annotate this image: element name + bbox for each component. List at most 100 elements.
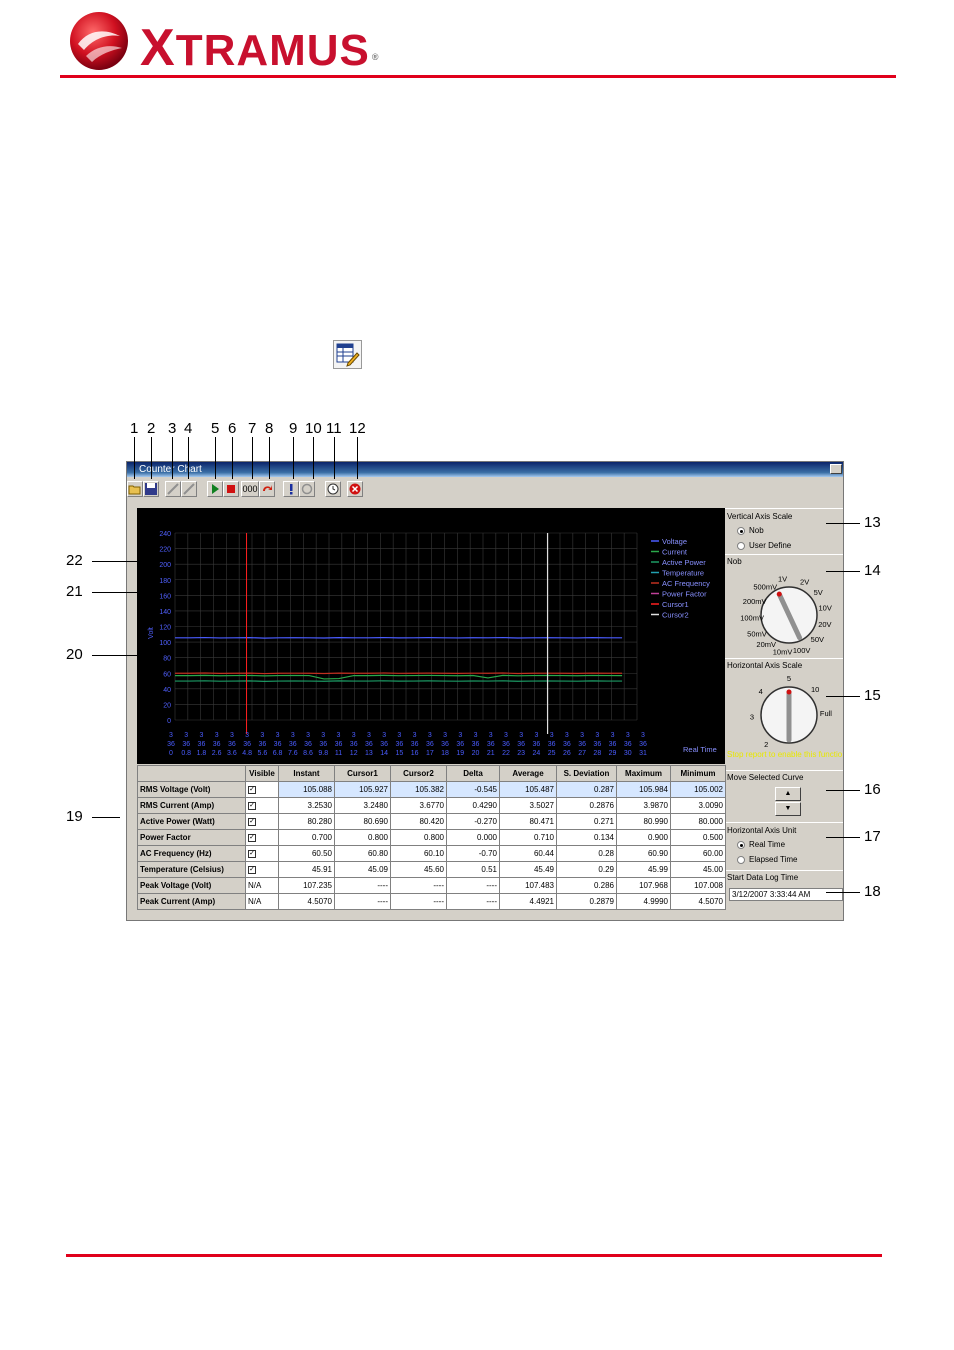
visible-checkbox[interactable]: ✓ [248,865,256,874]
column-header[interactable]: Visible [245,765,279,782]
table-cell: 0.2876 [556,797,617,814]
callout-number: 2 [147,420,156,437]
x-tick-label: 36 [533,741,541,748]
window-title: Counter Chart [139,464,202,475]
elapsed-time-radio[interactable] [737,856,745,864]
alert-icon[interactable] [283,481,299,497]
minimize-button[interactable] [830,464,842,474]
table-row[interactable]: AC Frequency (Hz) ✓ 60.50 60.80 60.10 -0.70 60… [137,845,726,862]
table-cell: 0.4290 [446,797,500,814]
callout-leader [334,437,335,479]
table-row[interactable]: Peak Current (Amp) N/A 4.5070 ---- ---- ---- 4… [137,893,726,910]
visible-checkbox[interactable]: ✓ [248,785,256,794]
knob-tick-label: 2 [764,740,768,749]
column-header[interactable]: Average [499,765,557,782]
x-tick-label: 1.8 [197,750,207,757]
start-log-time-field[interactable]: 3/12/2007 3:33:44 AM [729,888,843,901]
y-tick-label: 240 [159,531,171,538]
x-tick-label: 36 [609,741,617,748]
visible-checkbox[interactable]: ✓ [248,833,256,842]
callout-number: 13 [864,514,881,531]
legend-label: AC Frequency [662,579,710,588]
horizontal-scale-section: Horizontal Axis Scale 5 10 Full 1 2 3 4 Stop r… [725,658,844,762]
series-line [175,674,623,680]
visible-checkbox[interactable]: ✓ [248,801,256,810]
table-cell: ---- [334,893,391,910]
horizontal-scale-knob[interactable]: 5 10 Full 1 2 3 4 [725,671,844,749]
x-tick-label: 3 [534,732,538,739]
real-time-radio[interactable] [737,841,745,849]
x-tick-label: 36 [411,741,419,748]
circle-icon[interactable] [299,481,315,497]
table-cell: 3.2480 [334,797,391,814]
column-header[interactable] [137,765,246,782]
zoom-out-icon[interactable] [181,481,197,497]
column-header[interactable]: Cursor1 [334,765,391,782]
callout-number: 10 [305,420,322,437]
x-tick-label: 3 [291,732,295,739]
move-down-button[interactable]: ▼ [775,802,801,816]
knob-tick-label: 3 [750,712,754,721]
nob-radio[interactable] [737,527,745,535]
table-row[interactable]: Active Power (Watt) ✓ 80.280 80.690 80.420 -0… [137,813,726,830]
x-tick-label: 3 [306,732,310,739]
table-row[interactable]: RMS Current (Amp) ✓ 3.2530 3.2480 3.6770 0.42… [137,797,726,814]
user-define-radio[interactable] [737,542,745,550]
clock-icon[interactable] [325,481,341,497]
move-up-button[interactable]: ▲ [775,787,801,801]
y-axis-label: Volt [148,627,155,639]
vertical-scale-section: Vertical Axis Scale Nob User Define [725,508,843,552]
x-tick-label: 36 [213,741,221,748]
callout-leader [826,837,860,838]
table-cell: 105.088 [278,781,335,798]
table-cell: 0.287 [556,781,617,798]
table-cell: 45.60 [390,861,447,878]
column-header[interactable]: Maximum [616,765,671,782]
xtramus-logo-icon [70,12,128,70]
table-row[interactable]: Power Factor ✓ 0.700 0.800 0.800 0.000 0.710 0.… [137,829,726,846]
x-tick-label: 4.8 [242,750,252,757]
x-tick-label: 3 [443,732,447,739]
table-cell: ---- [390,893,447,910]
x-tick-label: 25 [548,750,556,757]
callout-leader [151,437,152,479]
refresh-arrow-icon[interactable] [259,481,275,497]
table-row[interactable]: Temperature (Celsius) ✓ 45.91 45.09 45.60 0.5… [137,861,726,878]
x-tick-label: 3 [626,732,630,739]
column-header[interactable]: Instant [278,765,335,782]
x-tick-label: 36 [167,741,175,748]
series-line [175,672,623,675]
table-cell: 0.000 [446,829,500,846]
zoom-in-icon[interactable] [165,481,181,497]
table-row[interactable]: Peak Voltage (Volt) N/A 107.235 ---- ---- ---… [137,877,726,894]
x-tick-label: 18 [441,750,449,757]
counter-reset-button[interactable]: 000 [241,481,259,497]
open-folder-icon[interactable] [127,481,143,497]
x-tick-label: 3 [321,732,325,739]
callout-number: 21 [66,583,83,600]
x-tick-label: 3 [230,732,234,739]
x-tick-label: 3 [413,732,417,739]
table-cell: 3.0090 [670,797,726,814]
row-label: Peak Voltage (Volt) [137,877,246,894]
visible-checkbox[interactable]: ✓ [248,849,256,858]
visible-checkbox[interactable]: ✓ [248,817,256,826]
stop-icon[interactable] [223,481,239,497]
x-tick-label: 30 [624,750,632,757]
x-tick-label: 31 [639,750,647,757]
horizontal-unit-title: Horizontal Axis Unit [727,826,797,835]
y-tick-label: 40 [163,687,171,694]
knob-indicator [776,591,782,597]
column-header[interactable]: Delta [446,765,500,782]
play-icon[interactable] [207,481,223,497]
save-disk-icon[interactable] [143,481,159,497]
knob-tick-label: 5 [787,674,791,683]
table-row[interactable]: RMS Voltage (Volt) ✓ 105.088 105.927 105.382… [137,781,726,798]
knob-tick-label: 4 [759,687,763,696]
close-red-icon[interactable] [347,481,363,497]
column-header[interactable]: S. Deviation [556,765,617,782]
x-tick-label: 36 [639,741,647,748]
column-header[interactable]: Cursor2 [390,765,447,782]
column-header[interactable]: Minimum [670,765,726,782]
vertical-scale-knob[interactable]: 1V 2V5V10V20V50V100V10mV20mV50mV100mV200m… [725,567,844,657]
